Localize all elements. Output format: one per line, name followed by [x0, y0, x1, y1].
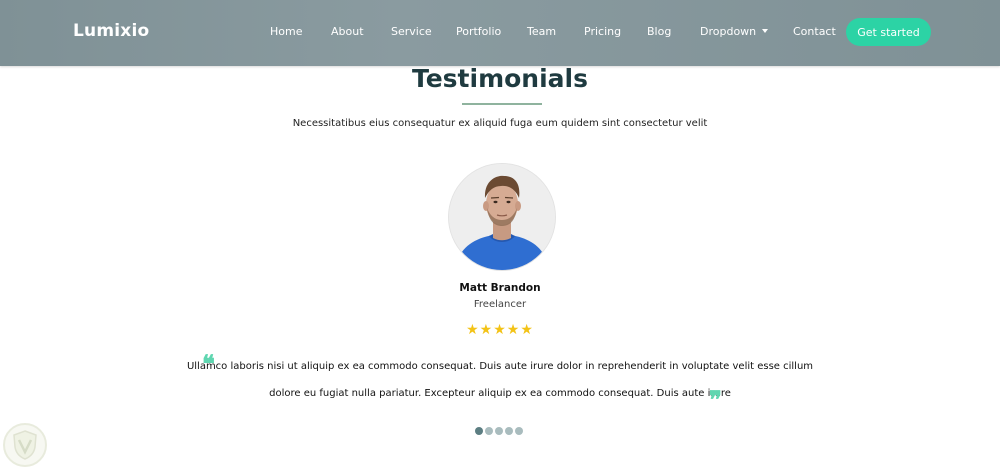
carousel-dot[interactable]	[495, 427, 503, 435]
testimonial-quote-line-1: Ullamco laboris nisi ut aliquip ex ea co…	[186, 361, 814, 372]
nav-link-blog[interactable]: Blog	[647, 25, 671, 38]
nav-link-home[interactable]: Home	[270, 25, 302, 38]
nav-link-about[interactable]: About	[331, 25, 364, 38]
testimonial-role: Freelancer	[473, 299, 527, 310]
shield-watermark-icon	[2, 422, 48, 468]
nav-dropdown-label: Dropdown	[700, 25, 757, 38]
nav-link-contact[interactable]: Contact	[793, 25, 836, 38]
testimonial-quote-line-2: dolore eu fugiat nulla pariatur. Excepte…	[269, 388, 731, 399]
testimonial-avatar	[449, 164, 555, 270]
carousel-dot[interactable]	[515, 427, 523, 435]
star-rating: ★★★★★	[466, 322, 534, 338]
person-avatar-icon	[449, 164, 555, 270]
section-subtitle: Necessitatibus eius consequatur ex aliqu…	[292, 118, 708, 129]
title-divider	[462, 103, 542, 105]
caret-down-icon	[762, 29, 769, 33]
get-started-button[interactable]: Get started	[846, 18, 931, 46]
nav-link-team[interactable]: Team	[527, 25, 556, 38]
carousel-dot[interactable]	[505, 427, 513, 435]
testimonial-name: Matt Brandon	[459, 282, 541, 294]
nav-dropdown[interactable]: Dropdown	[700, 25, 769, 38]
nav-link-service[interactable]: Service	[391, 25, 432, 38]
carousel-pagination	[475, 427, 523, 435]
nav-link-portfolio[interactable]: Portfolio	[456, 25, 501, 38]
nav-link-pricing[interactable]: Pricing	[584, 25, 621, 38]
carousel-dot[interactable]	[475, 427, 483, 435]
carousel-dot[interactable]	[485, 427, 493, 435]
section-title: Testimonials	[411, 64, 588, 93]
navbar: Lumixio Home About Service Portfolio Tea…	[0, 0, 1000, 66]
quote-close-icon: ❞	[709, 385, 722, 414]
brand-logo[interactable]: Lumixio	[73, 21, 149, 41]
